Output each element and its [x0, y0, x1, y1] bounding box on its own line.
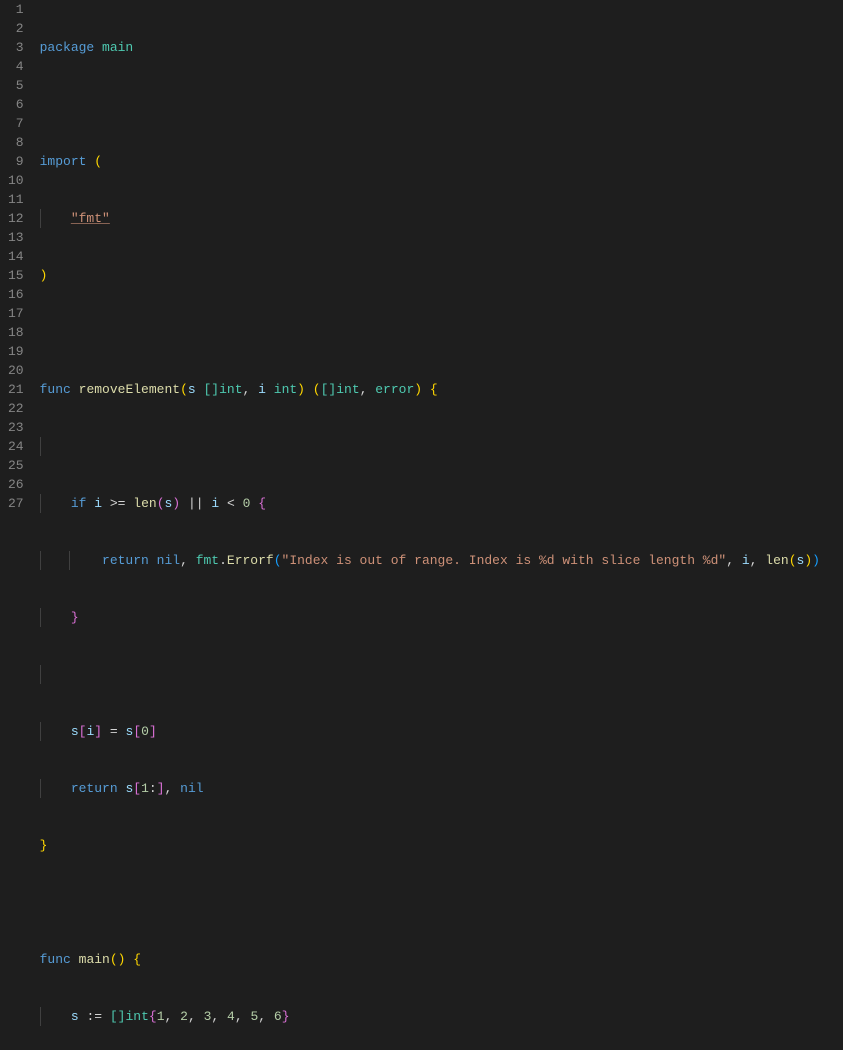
code-line[interactable]: import (: [38, 152, 843, 171]
line-number: 7: [8, 114, 24, 133]
code-line[interactable]: func removeElement(s []int, i int) ([]in…: [38, 380, 843, 399]
line-number: 5: [8, 76, 24, 95]
line-number: 17: [8, 304, 24, 323]
code-line[interactable]: return nil, fmt.Errorf("Index is out of …: [38, 551, 843, 570]
line-number: 23: [8, 418, 24, 437]
line-number: 12: [8, 209, 24, 228]
line-number: 14: [8, 247, 24, 266]
line-number: 9: [8, 152, 24, 171]
line-number: 11: [8, 190, 24, 209]
line-number: 21: [8, 380, 24, 399]
line-number: 15: [8, 266, 24, 285]
code-line[interactable]: func main() {: [38, 950, 843, 969]
code-line[interactable]: package main: [38, 38, 843, 57]
code-line[interactable]: [38, 665, 843, 684]
line-number: 18: [8, 323, 24, 342]
code-line[interactable]: s[i] = s[0]: [38, 722, 843, 741]
line-number-gutter: 1 2 3 4 5 6 7 8 9 10 11 12 13 14 15 16 1…: [0, 0, 38, 525]
code-line[interactable]: [38, 95, 843, 114]
line-number: 26: [8, 475, 24, 494]
code-line[interactable]: "fmt": [38, 209, 843, 228]
line-number: 22: [8, 399, 24, 418]
line-number: 1: [8, 0, 24, 19]
code-line[interactable]: }: [38, 608, 843, 627]
code-line[interactable]: }: [38, 836, 843, 855]
code-line[interactable]: [38, 893, 843, 912]
line-number: 8: [8, 133, 24, 152]
code-area[interactable]: package main import ( "fmt" ) func remov…: [38, 0, 843, 525]
line-number: 6: [8, 95, 24, 114]
line-number: 27: [8, 494, 24, 513]
line-number: 25: [8, 456, 24, 475]
code-line[interactable]: return s[1:], nil: [38, 779, 843, 798]
line-number: 4: [8, 57, 24, 76]
code-editor[interactable]: 1 2 3 4 5 6 7 8 9 10 11 12 13 14 15 16 1…: [0, 0, 843, 525]
line-number: 24: [8, 437, 24, 456]
code-line[interactable]: s := []int{1, 2, 3, 4, 5, 6}: [38, 1007, 843, 1026]
line-number: 19: [8, 342, 24, 361]
line-number: 2: [8, 19, 24, 38]
line-number: 13: [8, 228, 24, 247]
code-line[interactable]: ): [38, 266, 843, 285]
code-line[interactable]: [38, 323, 843, 342]
line-number: 10: [8, 171, 24, 190]
code-line[interactable]: if i >= len(s) || i < 0 {: [38, 494, 843, 513]
line-number: 3: [8, 38, 24, 57]
line-number: 20: [8, 361, 24, 380]
code-line[interactable]: [38, 437, 843, 456]
line-number: 16: [8, 285, 24, 304]
